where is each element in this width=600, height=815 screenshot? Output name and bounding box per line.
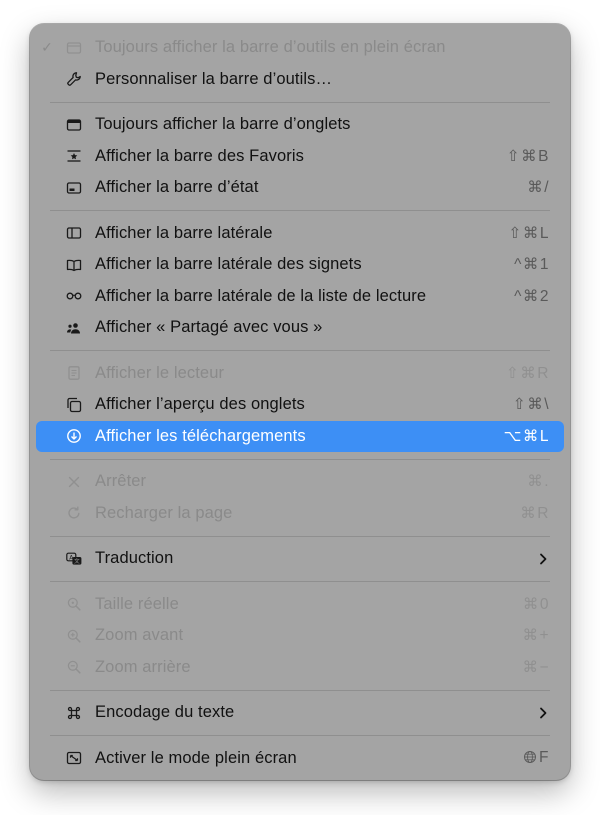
command-icon — [64, 703, 84, 723]
zoom-out-icon — [64, 657, 84, 677]
menu-item-label: Afficher l’aperçu des onglets — [95, 395, 305, 414]
menu-separator — [50, 535, 550, 537]
keyboard-shortcut: ^⌘1 — [514, 256, 550, 274]
menu-item-customize-toolbar[interactable]: Personnaliser la barre d’outils… — [36, 64, 564, 96]
menu-item-enter-fullscreen[interactable]: Activer le mode plein écran F — [36, 743, 564, 775]
svg-text:文: 文 — [74, 557, 80, 565]
menu-separator — [50, 581, 550, 582]
menu-item-label: Afficher la barre d’état — [95, 178, 259, 197]
menu-item-label: Traduction — [95, 549, 174, 568]
sidebar-icon — [64, 223, 84, 243]
menu-item-stop[interactable]: Arrêter ⌘. — [36, 466, 564, 498]
globe-icon — [524, 751, 537, 764]
menu-item-label: Afficher les téléchargements — [95, 426, 306, 445]
keyboard-shortcut: ⌘− — [522, 658, 550, 676]
reader-icon — [64, 363, 84, 383]
menu-item-label: Afficher le lecteur — [95, 363, 225, 382]
menu-item-label: Recharger la page — [95, 503, 233, 522]
menu-item-label: Afficher la barre latérale de la liste d… — [95, 286, 427, 305]
menu-item-show-bookmarks-sidebar[interactable]: Afficher la barre latérale des signets ^… — [36, 249, 564, 281]
menu-item-label: Toujours afficher la barre d’outils en p… — [95, 38, 446, 57]
keyboard-shortcut: ⌘+ — [522, 627, 550, 645]
people-icon — [64, 318, 84, 338]
menu-separator — [50, 350, 550, 351]
menu-item-text-encoding[interactable]: Encodage du texte — [36, 697, 564, 729]
menu-separator — [50, 458, 550, 460]
keyboard-shortcut: ⌥⌘L — [503, 427, 550, 445]
fullscreen-icon — [64, 748, 84, 768]
reload-icon — [64, 503, 84, 523]
menu-separator — [50, 210, 550, 211]
menu-item-zoom-out[interactable]: Zoom arrière ⌘− — [36, 652, 564, 684]
keyboard-shortcut: F — [523, 749, 550, 767]
wrench-icon — [64, 69, 84, 89]
menu-item-show-reader[interactable]: Afficher le lecteur ⇧⌘R — [36, 358, 564, 390]
glasses-icon — [64, 286, 84, 306]
keyboard-shortcut: ⇧⌘R — [505, 364, 550, 382]
menu-item-always-show-toolbar-fullscreen[interactable]: ✓ Toujours afficher la barre d’outils en… — [36, 32, 564, 64]
download-icon — [64, 426, 84, 446]
menu-separator — [50, 735, 550, 736]
menu-item-actual-size[interactable]: Taille réelle ⌘0 — [36, 589, 564, 621]
menu-item-show-status-bar[interactable]: Afficher la barre d’état ⌘/ — [36, 172, 564, 204]
menu-item-show-sidebar[interactable]: Afficher la barre latérale ⇧⌘L — [36, 218, 564, 250]
menu-item-show-shared-with-you[interactable]: Afficher « Partagé avec vous » — [36, 312, 564, 344]
menu-item-translation[interactable]: A文 Traduction — [36, 543, 564, 575]
menu-item-show-reading-list-sidebar[interactable]: Afficher la barre latérale de la liste d… — [36, 281, 564, 313]
menu-item-reload-page[interactable]: Recharger la page ⌘R — [36, 498, 564, 530]
menu-item-label: Arrêter — [95, 472, 147, 491]
keyboard-shortcut: ⌘/ — [527, 179, 550, 197]
menu-item-label: Toujours afficher la barre d’onglets — [95, 115, 351, 134]
tab-overview-icon — [64, 395, 84, 415]
menu-item-label: Activer le mode plein écran — [95, 748, 297, 767]
menu-item-label: Encodage du texte — [95, 703, 235, 722]
menu-separator — [50, 689, 550, 691]
status-bar-icon — [64, 178, 84, 198]
magnifier-icon — [64, 594, 84, 614]
menu-item-label: Zoom avant — [95, 626, 184, 645]
book-icon — [64, 255, 84, 275]
keyboard-shortcut: ^⌘2 — [514, 287, 550, 305]
keyboard-shortcut: ⌘. — [527, 473, 550, 491]
xmark-icon — [64, 472, 84, 492]
window-icon — [64, 38, 84, 58]
chevron-right-icon — [536, 706, 550, 720]
chevron-right-icon — [536, 552, 550, 566]
menu-item-label: Zoom arrière — [95, 657, 191, 676]
checkmark-icon: ✓ — [41, 39, 53, 56]
zoom-in-icon — [64, 626, 84, 646]
menu-item-show-tab-overview[interactable]: Afficher l’aperçu des onglets ⇧⌘\ — [36, 389, 564, 421]
menu-item-label: Afficher la barre des Favoris — [95, 146, 304, 165]
shortcut-key: F — [539, 749, 550, 767]
menu-item-show-downloads[interactable]: Afficher les téléchargements ⌥⌘L — [36, 420, 564, 452]
view-menu: ✓ Toujours afficher la barre d’outils en… — [30, 24, 570, 780]
menu-item-show-favorites-bar[interactable]: Afficher la barre des Favoris ⇧⌘B — [36, 141, 564, 173]
menu-item-label: Afficher la barre latérale des signets — [95, 255, 362, 274]
menu-item-label: Afficher la barre latérale — [95, 223, 273, 242]
menu-separator — [50, 101, 550, 103]
translate-icon: A文 — [64, 549, 84, 569]
menu-item-label: Afficher « Partagé avec vous » — [95, 318, 323, 337]
menu-item-zoom-in[interactable]: Zoom avant ⌘+ — [36, 620, 564, 652]
menu-item-label: Personnaliser la barre d’outils… — [95, 69, 333, 88]
menu-item-always-show-tab-bar[interactable]: Toujours afficher la barre d’onglets — [36, 109, 564, 141]
keyboard-shortcut: ⇧⌘\ — [512, 396, 550, 414]
menu-item-label: Taille réelle — [95, 594, 179, 613]
keyboard-shortcut: ⌘0 — [522, 595, 550, 613]
keyboard-shortcut: ⌘R — [520, 504, 550, 522]
tab-bar-icon — [64, 115, 84, 135]
favorites-bar-icon — [64, 146, 84, 166]
keyboard-shortcut: ⇧⌘B — [506, 147, 550, 165]
keyboard-shortcut: ⇧⌘L — [508, 224, 550, 242]
